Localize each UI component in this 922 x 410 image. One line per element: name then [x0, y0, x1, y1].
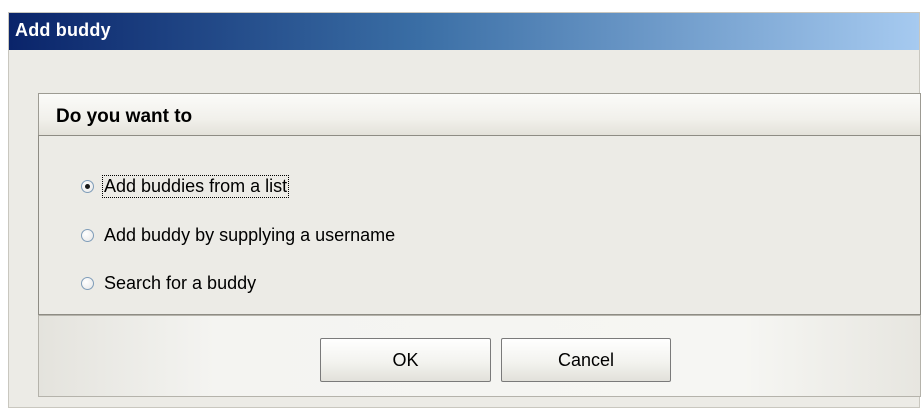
radio-add-from-list[interactable]: [81, 179, 94, 193]
cancel-button[interactable]: Cancel: [501, 338, 671, 382]
radio-search-buddy[interactable]: [81, 276, 94, 290]
option-add-from-list-label[interactable]: Add buddies from a list: [101, 174, 290, 198]
option-add-by-username[interactable]: Add buddy by supplying a username: [81, 223, 396, 247]
window-title: Add buddy: [15, 20, 111, 40]
button-bar: OK Cancel: [38, 315, 921, 397]
options-panel: Add buddies from a list Add buddy by sup…: [38, 135, 921, 315]
option-add-by-username-label[interactable]: Add buddy by supplying a username: [103, 225, 396, 246]
ok-button[interactable]: OK: [320, 338, 491, 382]
options-panel-header: Do you want to: [38, 93, 921, 136]
option-search-buddy[interactable]: Search for a buddy: [81, 271, 257, 295]
option-search-buddy-label[interactable]: Search for a buddy: [103, 273, 257, 294]
add-buddy-dialog: Add buddy Do you want to Add buddies fro…: [8, 12, 921, 408]
option-add-from-list[interactable]: Add buddies from a list: [81, 174, 290, 198]
panel-header-title: Do you want to: [56, 106, 193, 127]
radio-add-by-username[interactable]: [81, 228, 94, 242]
title-bar[interactable]: Add buddy: [9, 13, 919, 50]
